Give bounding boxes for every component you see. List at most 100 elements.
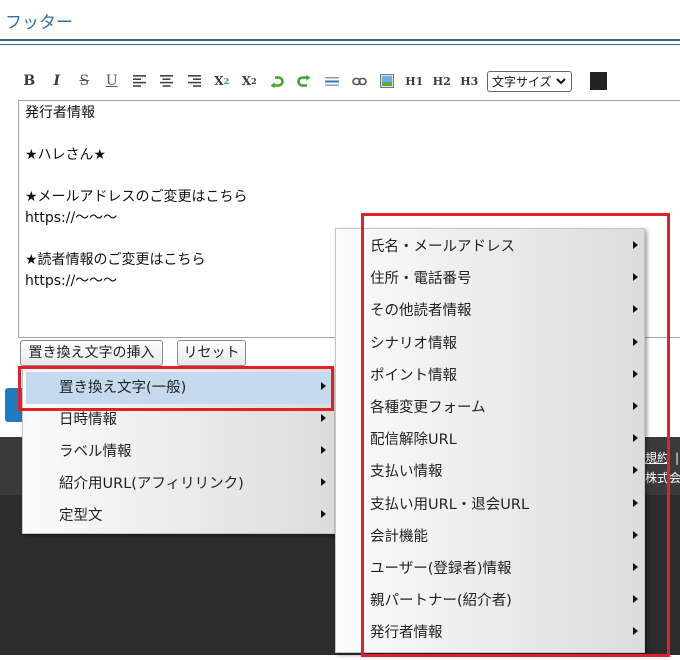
undo-button[interactable] bbox=[263, 70, 291, 92]
editor-line: ★メールアドレスのご変更はこちら bbox=[25, 188, 248, 205]
submenu-item-publisher-info[interactable]: 発行者情報 bbox=[336, 617, 644, 649]
editor-toolbar: B I S U X2 X2 H1 H2 H3 文字サイズ bbox=[16, 70, 607, 92]
align-left-button[interactable] bbox=[126, 70, 154, 92]
submenu-item-label: 会計機能 bbox=[370, 528, 428, 545]
title-divider bbox=[0, 39, 680, 45]
footer-terms-link[interactable]: 規約 bbox=[645, 449, 669, 467]
text-color-swatch[interactable] bbox=[590, 72, 607, 90]
undo-icon bbox=[270, 75, 284, 88]
submenu-item-label: ポイント情報 bbox=[370, 367, 457, 384]
submenu-arrow-icon bbox=[633, 498, 638, 507]
submenu-arrow-icon bbox=[321, 382, 326, 390]
bold-button[interactable]: B bbox=[16, 70, 44, 92]
replacement-text-menu: 置き換え文字(一般) 日時情報 ラベル情報 紹介用URL(アフィリリンク) 定型… bbox=[22, 368, 335, 534]
submenu-arrow-icon bbox=[633, 305, 638, 314]
superscript-button[interactable]: X2 bbox=[236, 70, 264, 92]
menu-item-referral-url[interactable]: 紹介用URL(アフィリリンク) bbox=[26, 468, 331, 500]
submenu-item-label: 親パートナー(紹介者) bbox=[370, 593, 512, 610]
submenu-item-unsubscribe-url[interactable]: 配信解除URL bbox=[336, 424, 644, 456]
heading-1-button[interactable]: H1 bbox=[401, 70, 429, 92]
subscript-button[interactable]: X2 bbox=[208, 70, 236, 92]
submenu-arrow-icon bbox=[633, 273, 638, 282]
submenu-item-label: 支払い情報 bbox=[370, 464, 443, 481]
submenu-arrow-icon bbox=[321, 478, 326, 486]
menu-item-label-info[interactable]: ラベル情報 bbox=[26, 436, 331, 468]
strikethrough-button[interactable]: S bbox=[71, 70, 99, 92]
submenu-arrow-icon bbox=[321, 414, 326, 422]
submenu-item-other-reader-info[interactable]: その他読者情報 bbox=[336, 295, 644, 327]
submenu-arrow-icon bbox=[321, 510, 326, 518]
submenu-item-payment-info[interactable]: 支払い情報 bbox=[336, 456, 644, 488]
submenu-item-label: 氏名・メールアドレス bbox=[370, 239, 515, 255]
submenu-arrow-icon bbox=[633, 530, 638, 539]
submenu-item-label: 支払い用URL・退会URL bbox=[370, 496, 530, 513]
submenu-item-user-info[interactable]: ユーザー(登録者)情報 bbox=[336, 553, 644, 585]
redo-icon bbox=[297, 74, 311, 87]
submenu-item-label: 配信解除URL bbox=[370, 432, 457, 449]
redo-button[interactable] bbox=[291, 70, 319, 92]
underline-button[interactable]: U bbox=[98, 70, 126, 92]
align-center-button[interactable] bbox=[153, 70, 181, 92]
superscript-base: X bbox=[241, 74, 252, 88]
editor-line: https://〜〜〜 bbox=[25, 209, 118, 226]
chevron-down-icon bbox=[556, 77, 566, 84]
submenu-arrow-icon bbox=[633, 595, 638, 604]
submenu-item-label: ユーザー(登録者)情報 bbox=[370, 560, 512, 577]
submenu-arrow-icon bbox=[633, 241, 638, 250]
image-button[interactable] bbox=[373, 70, 401, 92]
menu-item-template-text[interactable]: 定型文 bbox=[26, 500, 331, 532]
align-right-icon bbox=[187, 75, 201, 87]
submenu-item-label: 各種変更フォーム bbox=[370, 399, 486, 416]
submenu-item-parent-partner[interactable]: 親パートナー(紹介者) bbox=[336, 585, 644, 617]
menu-item-replacement-text-general[interactable]: 置き換え文字(一般) bbox=[26, 372, 331, 404]
submenu-arrow-icon bbox=[633, 402, 638, 411]
submenu-item-change-forms[interactable]: 各種変更フォーム bbox=[336, 392, 644, 424]
insert-replacement-text-button[interactable]: 置き換え文字の挿入 bbox=[20, 340, 163, 366]
heading-3-button[interactable]: H3 bbox=[456, 70, 484, 92]
submenu-item-accounting[interactable]: 会計機能 bbox=[336, 521, 644, 553]
heading-2-button[interactable]: H2 bbox=[428, 70, 456, 92]
editor-line: 発行者情報 bbox=[25, 104, 95, 121]
submenu-item-label: その他読者情報 bbox=[370, 303, 472, 320]
image-icon bbox=[379, 74, 394, 88]
align-right-button[interactable] bbox=[181, 70, 209, 92]
submenu-arrow-icon bbox=[633, 434, 638, 443]
submenu-item-payment-cancel-url[interactable]: 支払い用URL・退会URL bbox=[336, 489, 644, 521]
menu-item-label: 日時情報 bbox=[59, 412, 117, 428]
submenu-item-label: シナリオ情報 bbox=[370, 335, 457, 352]
submenu-item-point-info[interactable]: ポイント情報 bbox=[336, 360, 644, 392]
reset-button[interactable]: リセット bbox=[177, 340, 246, 366]
horizontal-rule-icon bbox=[324, 77, 339, 86]
footer-company-clip: 株式会 bbox=[645, 469, 680, 487]
submenu-arrow-icon bbox=[633, 627, 638, 636]
link-icon bbox=[351, 77, 367, 85]
section-title: フッター bbox=[5, 13, 73, 33]
submenu-arrow-icon bbox=[321, 446, 326, 454]
font-size-select-value: 文字サイズ bbox=[492, 74, 552, 89]
submenu-item-label: 発行者情報 bbox=[370, 625, 443, 642]
menu-item-label: 定型文 bbox=[59, 508, 103, 524]
footer-separator: | bbox=[675, 451, 680, 465]
italic-button[interactable]: I bbox=[43, 70, 71, 92]
submenu-item-name-email[interactable]: 氏名・メールアドレス bbox=[336, 231, 644, 263]
editor-line: ★ハレさん★ bbox=[25, 146, 107, 163]
align-center-icon bbox=[160, 75, 174, 87]
menu-item-label: 置き換え文字(一般) bbox=[59, 380, 187, 396]
submenu-item-scenario-info[interactable]: シナリオ情報 bbox=[336, 328, 644, 360]
align-left-icon bbox=[132, 75, 146, 87]
submenu-item-address-phone[interactable]: 住所・電話番号 bbox=[336, 263, 644, 295]
submenu-arrow-icon bbox=[633, 562, 638, 571]
submenu-item-label: 住所・電話番号 bbox=[370, 271, 472, 288]
menu-item-label: 紹介用URL(アフィリリンク) bbox=[59, 476, 244, 492]
subscript-base: X bbox=[214, 74, 224, 88]
horizontal-rule-button[interactable] bbox=[318, 70, 346, 92]
replacement-text-submenu: 氏名・メールアドレス 住所・電話番号 その他読者情報 シナリオ情報 ポイント情報… bbox=[335, 228, 645, 653]
footer-company-name: 株式会 bbox=[645, 471, 680, 485]
submenu-arrow-icon bbox=[633, 466, 638, 475]
menu-item-datetime-info[interactable]: 日時情報 bbox=[26, 404, 331, 436]
link-button[interactable] bbox=[346, 70, 374, 92]
font-size-select[interactable]: 文字サイズ bbox=[487, 70, 572, 92]
submenu-arrow-icon bbox=[633, 369, 638, 378]
menu-item-label: ラベル情報 bbox=[59, 444, 132, 460]
